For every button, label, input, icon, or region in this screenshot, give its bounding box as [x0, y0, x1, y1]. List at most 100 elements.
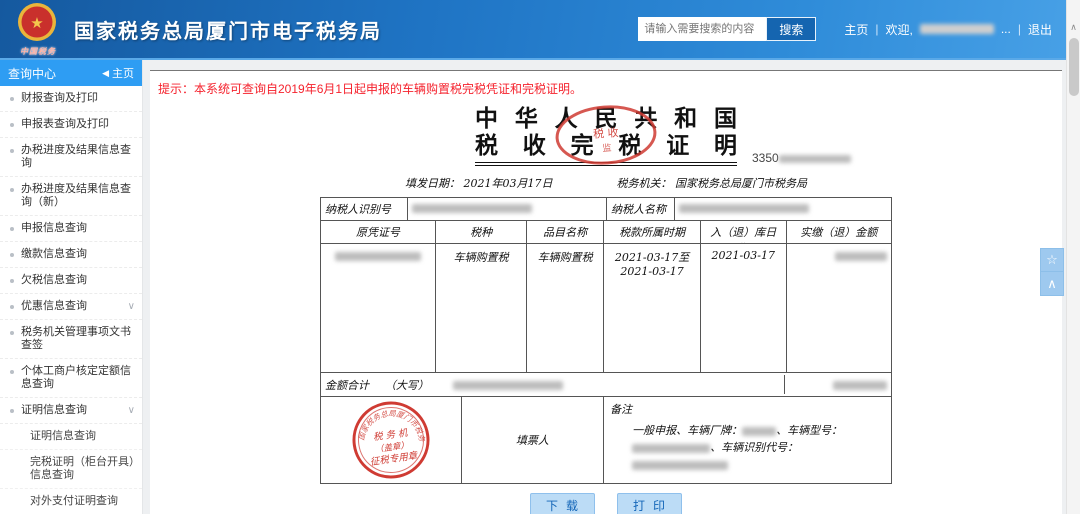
- sidebar-header: 查询中心 ◀ 主页: [0, 60, 142, 86]
- bullet-icon: [10, 97, 14, 101]
- chevron-down-icon: ∨: [127, 301, 135, 312]
- col-header-original-voucher: 原凭证号: [356, 226, 400, 239]
- authority-seal-cell: 国家税务总局厦门市税务局 税 务 机 （盖章） 征税专用章: [321, 397, 461, 483]
- username-ellipsis: ...: [1000, 22, 1011, 36]
- sidebar-item-label: 申报信息查询: [21, 222, 87, 234]
- back-to-top-button[interactable]: ∧: [1040, 272, 1064, 296]
- sidebar-item-declaration-form-query[interactable]: 申报表查询及打印: [0, 112, 142, 138]
- tax-certificate: 中华人民共和国 税收完税证明 税 收 监 3350 填发日期： 2021年03月…: [320, 105, 892, 484]
- sidebar-subitem-label: 证明信息查询: [30, 430, 96, 442]
- sidebar-item-tax-progress-query-new[interactable]: 办税进度及结果信息查询（新）: [0, 177, 142, 216]
- sidebar-subitem-label: 完税证明（柜台开具）信息查询: [30, 456, 135, 481]
- page: ★ 中国税务 国家税务总局厦门市电子税务局 搜索 主页 | 欢迎, ... | …: [0, 0, 1080, 514]
- total-label: 金额合计: [325, 378, 369, 392]
- sidebar-item-payment-info-query[interactable]: 缴款信息查询: [0, 242, 142, 268]
- sidebar-item-tax-progress-query[interactable]: 办税进度及结果信息查询: [0, 138, 142, 177]
- remark-cell: 备注 一般申报、车辆厂牌： 、车辆型号： 、车辆识别代号：: [603, 397, 891, 483]
- remark-body: 一般申报、车辆厂牌： 、车辆型号： 、车辆识别代号：: [610, 417, 885, 473]
- sidebar-subitem-certificate-info-query[interactable]: 证明信息查询: [0, 424, 142, 450]
- taxpayer-name-label: 纳税人名称: [606, 198, 674, 220]
- back-arrow-icon: ◀: [102, 67, 109, 78]
- sidebar-item-certificate-info-query[interactable]: 证明信息查询 ∨: [0, 398, 142, 424]
- col-header-item-name: 品目名称: [526, 221, 603, 243]
- col-header-tax-type: 税种: [435, 221, 526, 243]
- certificate-table: 纳税人识别号 纳税人名称 原凭证号 税种 品目名称 税款所属时期 入（退）库日期…: [320, 197, 892, 484]
- bullet-icon: [10, 123, 14, 127]
- sidebar-item-label: 申报表查询及打印: [21, 118, 109, 130]
- cell-storage-date: 2021-03-17: [700, 244, 786, 372]
- logout-link[interactable]: 退出: [1028, 21, 1052, 38]
- filler-cell: 填票人: [460, 397, 604, 483]
- total-amount-value: [783, 375, 891, 394]
- total-row: 金额合计 （大写）: [321, 372, 891, 396]
- table-header-row: 原凭证号 税种 品目名称 税款所属时期 入（退）库日期 实缴（退）金额: [321, 220, 891, 243]
- bullet-icon: [10, 253, 14, 257]
- col-header-storage-date: 入（退）库日期: [700, 221, 786, 243]
- bullet-icon: [10, 279, 14, 283]
- sidebar-item-label: 个体工商户核定定额信息查询: [21, 365, 131, 390]
- serial-prefix: 3350: [752, 151, 779, 165]
- bullet-icon: [10, 188, 14, 192]
- remark-title: 备注: [610, 403, 633, 416]
- separator: |: [875, 22, 879, 36]
- table-data-row: 车辆购置税 车辆购置税 2021-03-17至2021-03-17 2021-0…: [321, 243, 891, 372]
- emblem-star-glyph: ★: [30, 14, 43, 32]
- col-header-paid-amount: 实缴（退）金额: [785, 221, 891, 243]
- sidebar-item-label: 证明信息查询: [21, 404, 87, 416]
- welcome-label: 欢迎,: [885, 22, 913, 37]
- search-input[interactable]: [638, 17, 767, 41]
- remark-part3: 、车辆识别代号：: [710, 441, 799, 454]
- sidebar-item-preferential-info-query[interactable]: 优惠信息查询 ∨: [0, 294, 142, 320]
- separator: |: [1017, 22, 1021, 36]
- cell-item-name: 车辆购置税: [526, 244, 603, 372]
- app-header: ★ 中国税务 国家税务总局厦门市电子税务局 搜索 主页 | 欢迎, ... | …: [0, 0, 1066, 60]
- page-scrollbar[interactable]: ∧: [1066, 0, 1080, 514]
- sidebar-item-label: 欠税信息查询: [21, 274, 87, 286]
- sidebar-item-financial-report-query[interactable]: 财报查询及打印: [0, 86, 142, 112]
- remark-part1: 一般申报、车辆厂牌：: [632, 424, 743, 437]
- print-button[interactable]: 打印: [617, 493, 683, 514]
- filler-label: 填票人: [515, 434, 549, 447]
- chevron-down-icon: ∨: [127, 405, 135, 416]
- cell-tax-period: 2021-03-17至2021-03-17: [603, 244, 700, 372]
- taxpayer-id-label: 纳税人识别号: [325, 203, 391, 216]
- scroll-up-icon[interactable]: ∧: [1067, 0, 1080, 33]
- download-button[interactable]: 下载: [529, 493, 595, 514]
- sidebar-item-declaration-info-query[interactable]: 申报信息查询: [0, 216, 142, 242]
- cell-original-voucher: [321, 244, 435, 372]
- search-button[interactable]: 搜索: [766, 17, 817, 41]
- bullet-icon: [10, 149, 14, 153]
- sidebar-home-link[interactable]: ◀ 主页: [102, 65, 134, 81]
- sidebar-item-label: 优惠信息查询: [21, 300, 87, 312]
- emblem-icon: ★: [18, 3, 56, 41]
- sidebar-title: 查询中心: [8, 66, 57, 81]
- sidebar-item-individual-quota-query[interactable]: 个体工商户核定定额信息查询: [0, 359, 142, 398]
- taxpayer-row: 纳税人识别号 纳税人名称: [321, 198, 891, 220]
- total-caps-value: [449, 375, 784, 394]
- favorite-button[interactable]: ☆: [1040, 248, 1064, 272]
- issue-date-value: 2021年03月17日: [463, 177, 553, 190]
- logo-caption: 中国税务: [20, 47, 56, 56]
- sidebar-subitem-label: 对外支付证明查询: [30, 495, 118, 507]
- sidebar-item-tax-arrears-query[interactable]: 欠税信息查询: [0, 268, 142, 294]
- home-link[interactable]: 主页: [844, 21, 868, 38]
- action-buttons: 下载 打印: [150, 493, 1062, 514]
- bullet-icon: [10, 370, 14, 374]
- sidebar-query-center: 查询中心 ◀ 主页 财报查询及打印 申报表查询及打印 办税进度及结果信息查询 办…: [0, 60, 142, 514]
- certificate-title-line1: 中华人民共和国: [475, 105, 737, 132]
- taxpayer-name-value: [674, 198, 891, 220]
- redacted-username: [919, 24, 994, 34]
- sidebar-item-authority-document-query[interactable]: 税务机关管理事项文书查签: [0, 320, 142, 359]
- taxpayer-id-value: [406, 198, 607, 220]
- redacted-serial: [778, 154, 851, 163]
- col-header-tax-period: 税款所属时期: [603, 221, 700, 243]
- cell-tax-type: 车辆购置税: [435, 244, 526, 372]
- total-caps-label: （大写）: [384, 378, 429, 392]
- sidebar-subitem-tax-paid-counter-query[interactable]: 完税证明（柜台开具）信息查询: [0, 450, 142, 489]
- scrollbar-thumb[interactable]: [1069, 38, 1079, 96]
- sidebar-subitem-outbound-payment-query[interactable]: 对外支付证明查询: [0, 489, 142, 514]
- certificate-title-block: 中华人民共和国 税收完税证明 税 收 监: [475, 105, 737, 166]
- issue-date-label: 填发日期：: [405, 177, 460, 190]
- certificate-title-line2: 税收完税证明: [475, 132, 737, 159]
- star-icon: ☆: [1046, 252, 1058, 267]
